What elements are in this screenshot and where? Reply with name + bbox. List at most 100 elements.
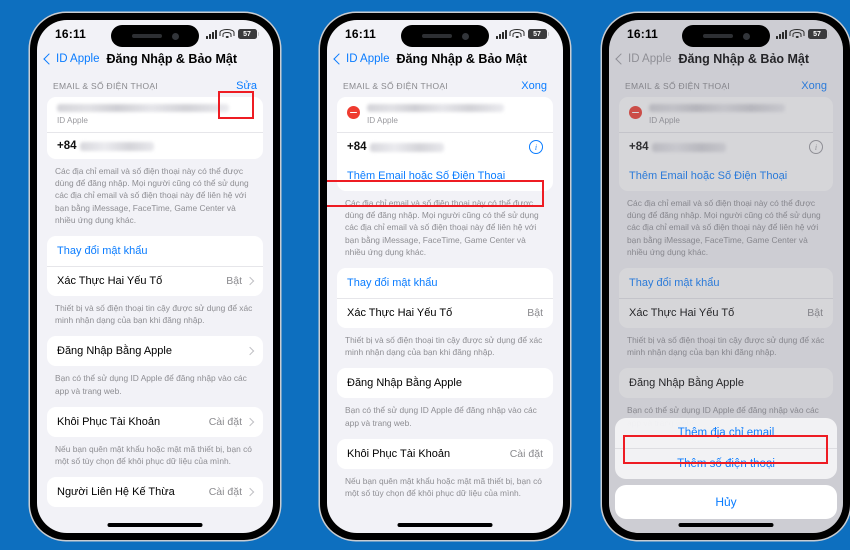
done-button[interactable]: Xong (521, 80, 547, 92)
status-indicators: 57 (205, 29, 259, 39)
contact-note: Các địa chỉ email và số điện thoại này c… (345, 198, 539, 257)
dynamic-island (401, 25, 489, 47)
front-camera-icon (461, 32, 469, 40)
front-camera-icon (171, 32, 179, 40)
redacted-email (367, 104, 505, 112)
edit-button[interactable]: Sửa (236, 80, 257, 92)
two-factor-label: Xác Thực Hai Yếu Tố (57, 275, 163, 288)
legacy-contact-row[interactable]: Người Liên Hệ Kế Thừa Cài đặt (47, 477, 263, 507)
phone-row[interactable]: +84 i (337, 132, 553, 161)
account-recovery-value: Cài đặt (509, 447, 543, 460)
phone-screen-1: 16:11 57 ID Apple Đăng Nhập & Bảo Mật EM… (30, 13, 280, 540)
email-sublabel: ID Apple (367, 116, 398, 125)
phone-number: +84 (347, 141, 444, 153)
chevron-right-icon (245, 417, 255, 426)
redacted-email (57, 104, 230, 112)
back-label: ID Apple (346, 53, 390, 65)
cellular-signal-icon (775, 29, 787, 39)
chevron-right-icon (245, 347, 255, 356)
back-button[interactable]: ID Apple (333, 53, 390, 65)
two-factor-note: Thiết bị và số điện thoại tin cậy được s… (345, 334, 543, 358)
legacy-contact-card: Người Liên Hệ Kế Thừa Cài đặt (47, 477, 263, 508)
phone-prefix: +84 (347, 141, 367, 153)
legacy-contact-value: Cài đặt (208, 486, 242, 499)
account-recovery-value-group: Cài đặt (208, 415, 255, 428)
chevron-left-icon (333, 53, 345, 65)
speaker-slot-icon (702, 34, 733, 38)
speaker-slot-icon (131, 34, 162, 38)
security-card: Thay đổi mật khẩu Xác Thực Hai Yếu Tố Bậ… (47, 235, 263, 296)
page-title: Đăng Nhập & Bảo Mật (396, 52, 528, 66)
change-password-row[interactable]: Thay đổi mật khẩu (47, 236, 263, 266)
account-recovery-row[interactable]: Khôi Phục Tài Khoản Cài đặt (47, 407, 263, 437)
status-time: 16:11 (627, 27, 659, 41)
dynamic-island (111, 25, 199, 47)
front-camera-icon (742, 32, 750, 40)
contact-note: Các địa chỉ email và số điện thoại này c… (55, 166, 249, 225)
navigation-bar: ID Apple Đăng Nhập & Bảo Mật (37, 48, 273, 74)
status-time: 16:11 (345, 27, 377, 41)
dynamic-island (682, 25, 770, 47)
two-factor-value-group: Bật (226, 275, 255, 288)
wifi-icon (509, 29, 525, 39)
email-row[interactable]: ID Apple (337, 97, 553, 132)
back-button[interactable]: ID Apple (43, 53, 99, 65)
add-email-button[interactable]: Thêm địa chỉ email (615, 418, 837, 448)
status-indicators: 57 (495, 29, 549, 39)
status-time: 16:11 (55, 27, 87, 41)
battery-percent: 57 (533, 30, 541, 38)
signin-apple-card: Đăng Nhập Bằng Apple (337, 368, 553, 399)
home-indicator (678, 523, 774, 527)
screenshot-stage: 16:11 57 ID Apple Đăng Nhập & Bảo Mật EM… (0, 0, 850, 550)
battery-icon: 57 (807, 29, 829, 39)
redacted-phone (369, 142, 444, 152)
accounts-card: ID Apple +84 (47, 97, 263, 159)
email-info: ID Apple (57, 104, 253, 125)
cancel-button[interactable]: Hủy (615, 485, 837, 519)
two-factor-row[interactable]: Xác Thực Hai Yếu Tố Bật (47, 265, 263, 296)
change-password-row[interactable]: Thay đổi mật khẩu (337, 268, 553, 298)
phone-row[interactable]: +84 (47, 132, 263, 159)
navigation-bar: ID Apple Đăng Nhập & Bảo Mật (327, 48, 563, 74)
phone-prefix: +84 (57, 140, 77, 152)
recovery-note: Nếu bạn quên mật khẩu hoặc mật mã thiết … (345, 475, 542, 498)
account-recovery-card: Khôi Phục Tài Khoản Cài đặt (337, 438, 553, 469)
info-icon[interactable]: i (529, 140, 543, 154)
accounts-card-editing: ID Apple +84 i Thêm Email hoặc Số Điện T… (337, 97, 553, 191)
battery-icon: 57 (527, 29, 549, 39)
wifi-icon (219, 29, 235, 39)
signin-apple-label: Đăng Nhập Bằng Apple (57, 345, 172, 358)
speaker-slot-icon (421, 34, 452, 38)
chevron-right-icon (245, 277, 255, 286)
section-header-email-phone: EMAIL & SỐ ĐIỆN THOẠI Sửa (47, 74, 263, 97)
email-row[interactable]: ID Apple (47, 97, 263, 132)
two-factor-value: Bật (527, 307, 543, 320)
home-indicator (397, 523, 493, 527)
email-info: ID Apple (367, 104, 543, 125)
two-factor-note: Thiết bị và số điện thoại tin cậy được s… (55, 302, 253, 326)
settings-content-2: EMAIL & SỐ ĐIỆN THOẠI Xong ID Apple +84 (327, 74, 563, 509)
two-factor-row[interactable]: Xác Thực Hai Yếu Tố Bật (337, 297, 553, 328)
security-card: Thay đổi mật khẩu Xác Thực Hai Yếu Tố Bậ… (337, 267, 553, 328)
wifi-icon (789, 29, 805, 39)
signin-apple-row[interactable]: Đăng Nhập Bằng Apple (337, 368, 553, 398)
chevron-right-icon (245, 487, 255, 497)
add-email-or-phone-row[interactable]: Thêm Email hoặc Số Điện Thoại (337, 161, 553, 191)
home-indicator (107, 523, 203, 527)
signin-apple-value-group (245, 347, 255, 356)
account-recovery-row[interactable]: Khôi Phục Tài Khoản Cài đặt (337, 439, 553, 469)
phone-1-display: 16:11 57 ID Apple Đăng Nhập & Bảo Mật EM… (37, 20, 273, 533)
chevron-left-icon (43, 53, 55, 65)
two-factor-value: Bật (226, 275, 242, 288)
cellular-signal-icon (495, 29, 507, 39)
remove-minus-icon[interactable] (347, 106, 360, 119)
signin-note: Bạn có thể sử dụng ID Apple để đăng nhập… (345, 405, 537, 428)
email-sublabel: ID Apple (57, 116, 88, 125)
two-factor-label: Xác Thực Hai Yếu Tố (347, 307, 453, 320)
legacy-contact-value-group: Cài đặt (208, 486, 255, 499)
signin-apple-row[interactable]: Đăng Nhập Bằng Apple (47, 336, 263, 366)
change-password-label: Thay đổi mật khẩu (57, 244, 148, 257)
add-phone-button[interactable]: Thêm số điện thoại (615, 448, 837, 479)
account-recovery-value: Cài đặt (208, 415, 242, 428)
status-indicators: 57 (775, 29, 829, 39)
